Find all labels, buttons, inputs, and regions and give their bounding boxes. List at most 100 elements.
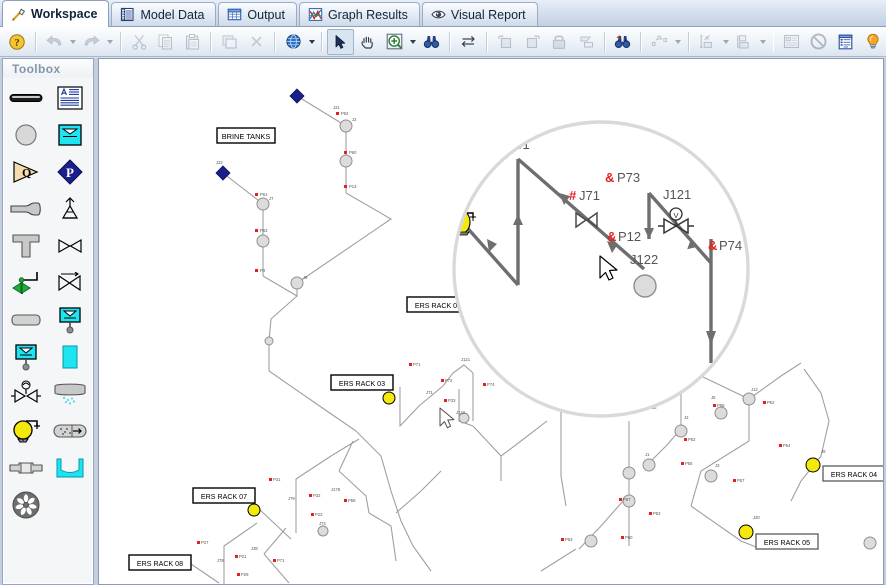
annotation-tool[interactable] xyxy=(48,79,92,116)
zoom-dropdown-arrow[interactable] xyxy=(408,30,419,54)
assigned-pressure-node xyxy=(215,165,231,181)
globe-dropdown-arrow[interactable] xyxy=(307,30,318,54)
globe-icon[interactable] xyxy=(280,29,307,55)
layout-icon[interactable] xyxy=(731,29,758,55)
reverse-flow-icon[interactable] xyxy=(455,29,482,55)
svg-text:Q: Q xyxy=(22,165,31,179)
magnified-branch-node[interactable] xyxy=(633,274,657,298)
delete-x-icon[interactable] xyxy=(243,29,270,55)
annotation-brine-tanks[interactable]: BRINE TANKS xyxy=(216,127,276,144)
toolbar-separator xyxy=(640,31,643,52)
align-dropdown-arrow[interactable] xyxy=(721,30,732,54)
control-valve-tool[interactable] xyxy=(4,264,48,301)
help-icon[interactable]: ? xyxy=(4,29,31,55)
tab-model-data[interactable]: Model Data xyxy=(111,2,217,26)
pump-tool[interactable] xyxy=(4,412,48,449)
svg-text:P: P xyxy=(66,165,74,180)
tab-workspace-label: Workspace xyxy=(31,7,98,21)
annotation-ers-rack-08[interactable]: ERS RACK 08 xyxy=(128,554,192,571)
tee-wye-tool[interactable] xyxy=(4,227,48,264)
pan-hand-icon[interactable] xyxy=(354,29,381,55)
check-valve-tool[interactable] xyxy=(48,227,92,264)
workspace-body: Toolbox Q P P62 P60 P13 P61 P63 P3 J21 J… xyxy=(0,58,886,585)
magnified-label-j122: J122 xyxy=(630,252,658,267)
svg-text:J2: J2 xyxy=(684,415,689,420)
copy-icon[interactable] xyxy=(152,29,179,55)
find-object-icon[interactable] xyxy=(610,29,637,55)
spray-discharge-tool[interactable] xyxy=(48,190,92,227)
annotation-ers-rack-04[interactable]: ERS RACK 04 xyxy=(822,465,883,482)
lightbulb-icon[interactable] xyxy=(859,29,886,55)
magnified-marker-p12: & xyxy=(607,229,616,244)
paste-icon[interactable] xyxy=(179,29,206,55)
volume-balance-tool[interactable] xyxy=(48,301,92,338)
magnified-marker-p73: & xyxy=(605,170,614,185)
bend-tool[interactable] xyxy=(4,301,48,338)
assigned-pressure-tool[interactable]: P xyxy=(48,153,92,190)
svg-text:J73: J73 xyxy=(319,521,326,526)
annotation-text: ERS RACK 07 xyxy=(201,493,247,501)
find-binoculars-icon[interactable] xyxy=(418,29,445,55)
orifice-tool[interactable] xyxy=(4,449,48,486)
zoom-magnifier-icon[interactable] xyxy=(381,29,408,55)
pipe-tool[interactable] xyxy=(4,79,48,116)
network-diagram[interactable]: P62P60P13 P61P63P3 J21J22J2 J7J9 P71P72P… xyxy=(99,59,883,584)
fan-tool[interactable] xyxy=(4,486,48,523)
svg-text:J22: J22 xyxy=(216,160,223,165)
cut-scissors-icon[interactable] xyxy=(126,29,153,55)
lock-icon[interactable] xyxy=(546,29,573,55)
svg-text:J38: J38 xyxy=(251,546,258,551)
assigned-flow-tool[interactable]: Q xyxy=(4,153,48,190)
undo-icon[interactable] xyxy=(41,29,68,55)
liquid-accumulator-tool[interactable] xyxy=(4,338,48,375)
svg-text:J7: J7 xyxy=(269,196,274,201)
branch-junction-tool[interactable] xyxy=(4,116,48,153)
tab-output[interactable]: Output xyxy=(218,2,297,26)
weir-tool[interactable] xyxy=(48,449,92,486)
ers-rack-08-nodes: P27 P21 P29 P71 J78 J38 xyxy=(178,540,285,577)
screen-tool[interactable] xyxy=(48,375,92,412)
magnified-label-p74: P74 xyxy=(719,238,742,253)
group-icon[interactable] xyxy=(573,29,600,55)
annotation-ers-rack-03[interactable]: ERS RACK 03 xyxy=(330,374,394,391)
layout-dropdown-arrow[interactable] xyxy=(758,30,769,54)
annotation-text: ERS RACK 03 xyxy=(339,380,385,388)
general-component-tool[interactable] xyxy=(48,264,92,301)
reservoir-junction-tool[interactable] xyxy=(48,116,92,153)
tank-tool[interactable] xyxy=(48,338,92,375)
annotation-ers-rack-07[interactable]: ERS RACK 07 xyxy=(192,487,256,504)
svg-text:J2: J2 xyxy=(352,117,357,122)
svg-text:P33: P33 xyxy=(448,398,456,403)
toolbox-panel: Toolbox Q P xyxy=(2,58,94,585)
workspace-canvas[interactable]: P62 P60 P13 P61 P63 P3 J21 J22 J2 J7 J9 xyxy=(98,58,884,585)
graph-results-icon xyxy=(308,7,323,22)
toolbar-separator xyxy=(119,31,122,52)
bring-forward-icon[interactable] xyxy=(519,29,546,55)
align-distribute-icon[interactable] xyxy=(694,29,721,55)
heat-exchanger-tool[interactable] xyxy=(48,412,92,449)
branch-node xyxy=(264,336,274,346)
checklist-icon[interactable] xyxy=(832,29,859,55)
polyline-icon[interactable] xyxy=(646,29,673,55)
pointer-arrow-icon[interactable] xyxy=(327,28,355,55)
no-entry-icon[interactable] xyxy=(805,29,832,55)
relief-valve-tool[interactable] xyxy=(4,375,48,412)
tab-visual-report[interactable]: Visual Report xyxy=(421,2,538,26)
dead-end-tool[interactable] xyxy=(4,190,48,227)
send-backward-icon[interactable] xyxy=(492,29,519,55)
output-grid-icon xyxy=(227,7,242,22)
undo-dropdown-arrow[interactable] xyxy=(68,30,79,54)
polyline-dropdown-arrow[interactable] xyxy=(673,30,684,54)
tab-workspace[interactable]: Workspace xyxy=(2,0,110,27)
redo-icon[interactable] xyxy=(78,29,105,55)
duplicate-icon[interactable] xyxy=(216,29,243,55)
properties-window-icon[interactable] xyxy=(778,29,805,55)
branch-node xyxy=(290,276,304,290)
annotation-ers-rack-05[interactable]: ERS RACK 05 xyxy=(755,533,819,550)
svg-text:J1: J1 xyxy=(645,452,650,457)
toolbar-separator xyxy=(210,31,213,52)
redo-dropdown-arrow[interactable] xyxy=(105,30,116,54)
tab-graph-results[interactable]: Graph Results xyxy=(298,2,420,26)
svg-text:P72: P72 xyxy=(445,378,453,383)
toolbar-separator xyxy=(273,31,276,52)
